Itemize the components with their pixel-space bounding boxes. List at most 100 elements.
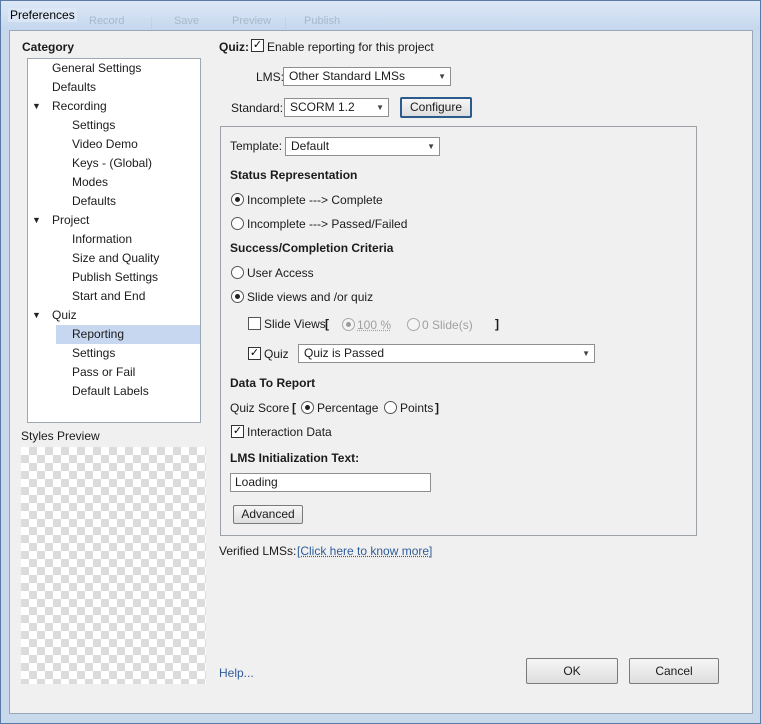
tree-item-label: Settings bbox=[72, 346, 116, 360]
verified-lms-label: Verified LMSs: bbox=[219, 544, 297, 558]
reporting-options-group: Template: Default ▼ Status Representatio… bbox=[220, 126, 697, 536]
template-label: Template: bbox=[230, 139, 283, 153]
tree-item-label: Reporting bbox=[72, 327, 125, 341]
tree-item-project[interactable]: ▼ Project bbox=[28, 211, 200, 230]
check-icon: ✓ bbox=[249, 347, 260, 359]
tree-item-keys-global[interactable]: Keys - (Global) bbox=[28, 154, 200, 173]
tree-item-label: Project bbox=[52, 213, 90, 227]
tree-item-label: Size and Quality bbox=[72, 251, 160, 265]
tree-item-quiz-settings[interactable]: Settings bbox=[28, 344, 200, 363]
title-bar: Record Save Preview Publish Preferences bbox=[1, 1, 760, 30]
interaction-data-checkbox[interactable]: ✓ bbox=[231, 425, 244, 438]
slide-views-quiz-label: Slide views and /or quiz bbox=[247, 290, 374, 304]
status-complete-radio[interactable] bbox=[231, 193, 244, 206]
points-radio[interactable] bbox=[384, 401, 397, 414]
status-passed-failed-label: Incomplete ---> Passed/Failed bbox=[247, 217, 408, 231]
tree-item-label: Information bbox=[72, 232, 133, 246]
quiz-label: Quiz: bbox=[219, 40, 249, 54]
verified-lms-link[interactable]: [Click here to know more] bbox=[297, 544, 432, 558]
tree-item-reporting[interactable]: Reporting bbox=[56, 325, 200, 344]
standard-select[interactable]: SCORM 1.2 ▼ bbox=[284, 98, 389, 117]
tree-item-label: Start and End bbox=[72, 289, 146, 303]
window-title: Preferences bbox=[8, 8, 77, 22]
quiz-criteria-label: Quiz bbox=[264, 347, 289, 361]
slide-views-checkbox[interactable] bbox=[248, 317, 261, 330]
user-access-label: User Access bbox=[247, 266, 314, 280]
tree-item-video-demo[interactable]: Video Demo bbox=[28, 135, 200, 154]
lms-select[interactable]: Other Standard LMSs ▼ bbox=[283, 67, 451, 86]
chevron-down-icon: ▼ bbox=[438, 72, 446, 81]
enable-reporting-label: Enable reporting for this project bbox=[267, 40, 434, 54]
slide-views-percent-label: 100 % bbox=[357, 318, 392, 332]
lms-init-text-field[interactable]: Loading bbox=[230, 473, 431, 492]
percentage-label: Percentage bbox=[317, 401, 379, 415]
slide-views-slides-radio[interactable] bbox=[407, 318, 420, 331]
tree-item-recording-defaults[interactable]: Defaults bbox=[28, 192, 200, 211]
bg-toolbar-preview: Preview bbox=[232, 15, 272, 27]
styles-preview-area bbox=[21, 447, 206, 684]
percentage-radio[interactable] bbox=[301, 401, 314, 414]
category-tree[interactable]: General Settings Defaults ▼ Recording Set… bbox=[27, 58, 201, 423]
criteria-heading: Success/Completion Criteria bbox=[230, 241, 394, 255]
dialog-client: Category General Settings Defaults ▼ Reco… bbox=[9, 30, 753, 714]
tree-item-label: Quiz bbox=[52, 308, 77, 322]
lms-init-heading: LMS Initialization Text: bbox=[230, 451, 360, 465]
chevron-down-icon: ▼ bbox=[427, 142, 435, 151]
tree-item-publish-settings[interactable]: Publish Settings bbox=[28, 268, 200, 287]
tree-item-modes[interactable]: Modes bbox=[28, 173, 200, 192]
quiz-criteria-checkbox[interactable]: ✓ bbox=[248, 347, 261, 360]
template-select[interactable]: Default ▼ bbox=[285, 137, 440, 156]
cancel-button[interactable]: Cancel bbox=[629, 658, 719, 684]
tree-item-label: Defaults bbox=[52, 80, 97, 94]
tree-item-label: Recording bbox=[52, 99, 107, 113]
tree-item-label: Video Demo bbox=[72, 137, 138, 151]
tree-item-recording-settings[interactable]: Settings bbox=[28, 116, 200, 135]
tree-item-pass-or-fail[interactable]: Pass or Fail bbox=[28, 363, 200, 382]
tree-item-label: Settings bbox=[72, 118, 116, 132]
preferences-window: Record Save Preview Publish Preferences … bbox=[0, 0, 761, 724]
tree-item-default-labels[interactable]: Default Labels bbox=[28, 382, 200, 401]
status-passed-failed-radio[interactable] bbox=[231, 217, 244, 230]
tree-item-label: Modes bbox=[72, 175, 109, 189]
tree-item-label: Publish Settings bbox=[72, 270, 159, 284]
chevron-down-icon: ▼ bbox=[582, 349, 590, 358]
tree-item-label: General Settings bbox=[52, 61, 142, 75]
ok-button[interactable]: OK bbox=[526, 658, 618, 684]
lms-label: LMS: bbox=[256, 70, 285, 84]
bg-toolbar-record: Record bbox=[89, 15, 125, 27]
slide-views-percent-radio[interactable] bbox=[342, 318, 355, 331]
bg-toolbar-publish: Publish bbox=[304, 15, 341, 27]
standard-select-value: SCORM 1.2 bbox=[290, 100, 355, 114]
status-representation-heading: Status Representation bbox=[230, 168, 358, 182]
bg-toolbar-save: Save bbox=[174, 15, 200, 27]
standard-label: Standard: bbox=[231, 101, 284, 115]
tree-item-size-and-quality[interactable]: Size and Quality bbox=[28, 249, 200, 268]
tree-item-recording[interactable]: ▼ Recording bbox=[28, 97, 200, 116]
tree-item-label: Defaults bbox=[72, 194, 117, 208]
chevron-down-icon: ▼ bbox=[376, 103, 384, 112]
help-link[interactable]: Help... bbox=[219, 666, 254, 680]
category-heading: Category bbox=[22, 40, 75, 54]
check-icon: ✓ bbox=[232, 425, 243, 437]
configure-button[interactable]: Configure bbox=[400, 97, 472, 118]
slide-views-open-bracket: [ bbox=[325, 317, 329, 331]
slide-views-quiz-radio[interactable] bbox=[231, 290, 244, 303]
quiz-criteria-select[interactable]: Quiz is Passed ▼ bbox=[298, 344, 595, 363]
slide-views-slides-label: 0 Slide(s) bbox=[422, 318, 473, 332]
styles-preview-label: Styles Preview bbox=[21, 429, 100, 443]
background-toolbar: Record Save Preview Publish bbox=[1, 15, 760, 29]
enable-reporting-checkbox[interactable]: ✓ bbox=[251, 39, 264, 52]
tree-item-information[interactable]: Information bbox=[28, 230, 200, 249]
tree-item-general-settings[interactable]: General Settings bbox=[28, 59, 200, 78]
expand-triangle-icon[interactable]: ▼ bbox=[32, 306, 41, 325]
user-access-radio[interactable] bbox=[231, 266, 244, 279]
template-select-value: Default bbox=[291, 139, 330, 153]
tree-item-quiz[interactable]: ▼ Quiz bbox=[28, 306, 200, 325]
expand-triangle-icon[interactable]: ▼ bbox=[32, 97, 41, 116]
advanced-button[interactable]: Advanced bbox=[233, 505, 303, 524]
expand-triangle-icon[interactable]: ▼ bbox=[32, 211, 41, 230]
status-complete-label: Incomplete ---> Complete bbox=[247, 193, 383, 207]
tree-item-defaults[interactable]: Defaults bbox=[28, 78, 200, 97]
tree-item-start-and-end[interactable]: Start and End bbox=[28, 287, 200, 306]
slide-views-label: Slide Views bbox=[264, 317, 326, 331]
